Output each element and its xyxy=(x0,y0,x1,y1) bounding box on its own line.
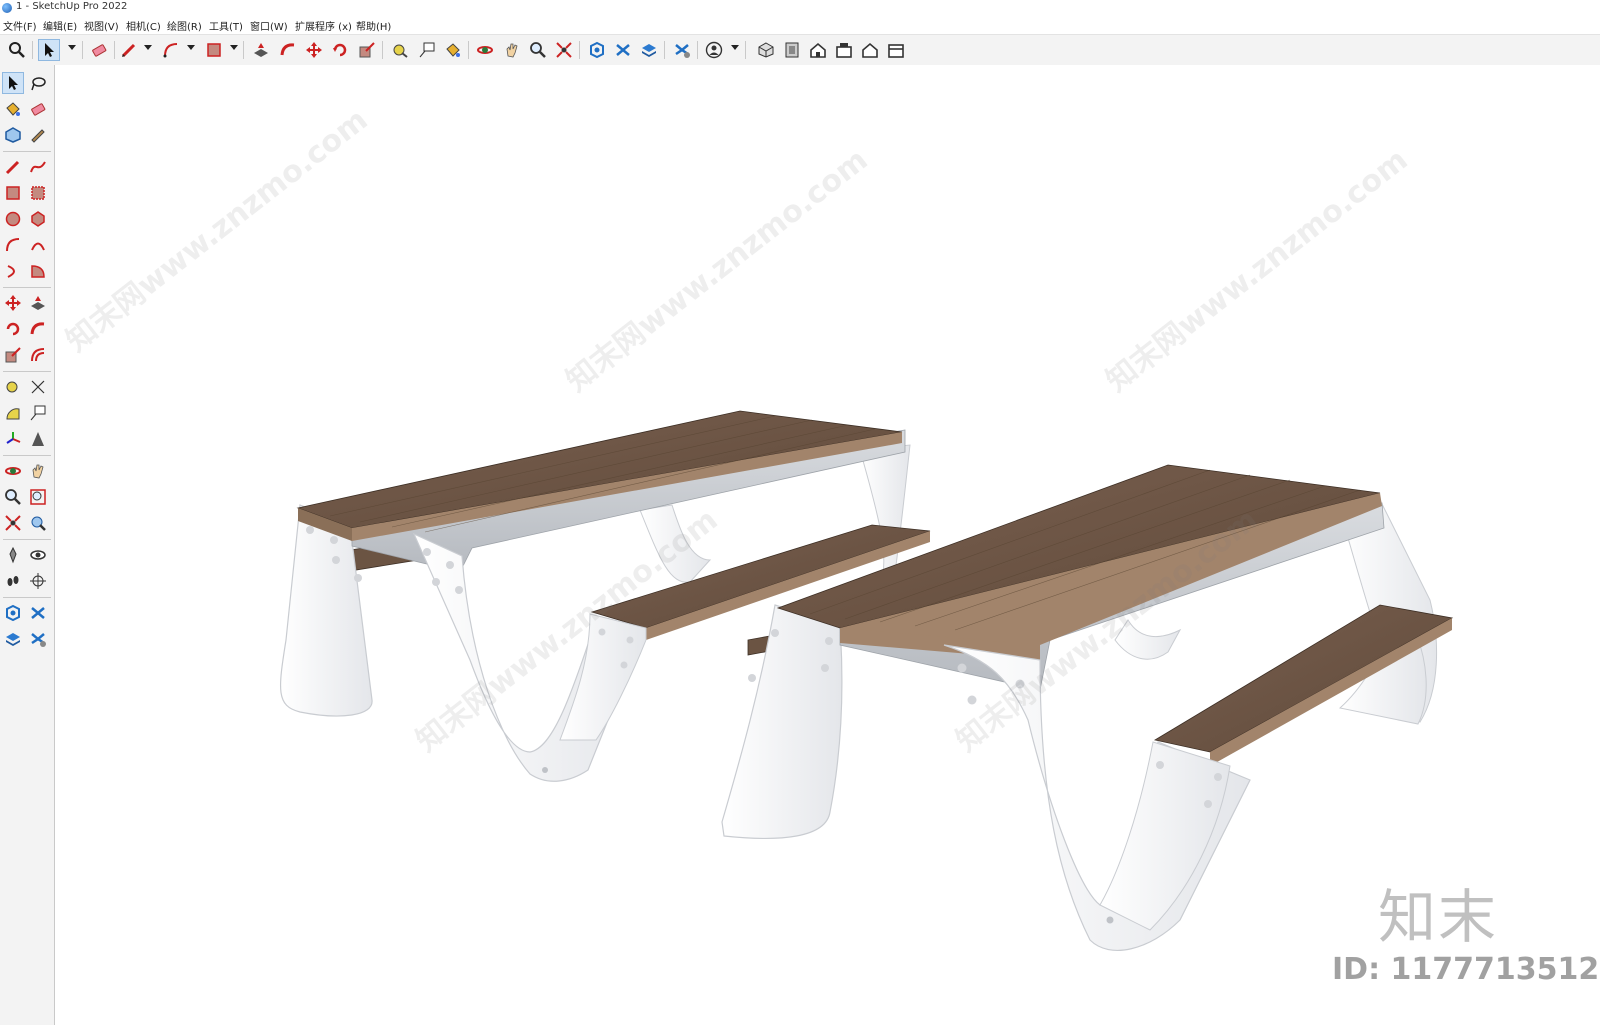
arc-icon[interactable] xyxy=(160,39,182,61)
tape-measure-icon[interactable] xyxy=(2,376,24,398)
menu-window[interactable]: 窗口(W) xyxy=(250,18,288,33)
pan-icon[interactable] xyxy=(27,460,49,482)
zoom-icon[interactable] xyxy=(2,486,24,508)
extension-manager-icon[interactable] xyxy=(27,628,49,650)
menu-draw[interactable]: 绘图(R) xyxy=(167,18,202,33)
make-component-icon[interactable] xyxy=(2,124,24,146)
rectangle-dropdown-icon[interactable] xyxy=(230,45,238,50)
sketchup-app-icon xyxy=(2,3,12,13)
title-bar: 1 - SketchUp Pro 2022 xyxy=(0,0,1600,16)
zoom-icon[interactable] xyxy=(527,39,549,61)
window-title: 1 - SketchUp Pro 2022 xyxy=(16,1,128,12)
select-dropdown-icon[interactable] xyxy=(68,45,76,50)
top-view-icon[interactable] xyxy=(781,39,803,61)
scale-icon[interactable] xyxy=(356,39,378,61)
layers-icon[interactable] xyxy=(2,628,24,650)
rotate-icon[interactable] xyxy=(329,39,351,61)
pan-icon[interactable] xyxy=(501,39,523,61)
offset-icon[interactable] xyxy=(27,344,49,366)
line-icon[interactable] xyxy=(2,156,24,178)
polygon-icon[interactable] xyxy=(27,208,49,230)
circle-icon[interactable] xyxy=(2,208,24,230)
follow-me-icon[interactable] xyxy=(27,318,49,340)
paint-bucket-icon[interactable] xyxy=(442,39,464,61)
text-label-icon[interactable] xyxy=(27,402,49,424)
axes-icon[interactable] xyxy=(2,428,24,450)
orbit-icon[interactable] xyxy=(474,39,496,61)
push-pull-icon[interactable] xyxy=(250,39,272,61)
search-icon[interactable] xyxy=(6,39,28,61)
left-view-icon[interactable] xyxy=(885,39,907,61)
tag-icon[interactable] xyxy=(27,124,49,146)
move-icon[interactable] xyxy=(2,292,24,314)
pencil-dropdown-icon[interactable] xyxy=(144,45,152,50)
arc-dropdown-icon[interactable] xyxy=(187,45,195,50)
layers-icon[interactable] xyxy=(638,39,660,61)
right-view-icon[interactable] xyxy=(833,39,855,61)
main-toolbar xyxy=(0,34,1600,66)
account-icon[interactable] xyxy=(703,39,725,61)
select-tool-icon[interactable] xyxy=(2,72,24,94)
pie-icon[interactable] xyxy=(27,260,49,282)
lasso-icon[interactable] xyxy=(27,72,49,94)
menu-help[interactable]: 帮助(H) xyxy=(356,18,391,33)
rotated-rectangle-icon[interactable] xyxy=(27,182,49,204)
rectangle-icon[interactable] xyxy=(2,182,24,204)
eraser-icon[interactable] xyxy=(27,98,49,120)
follow-me-icon[interactable] xyxy=(277,39,299,61)
front-view-icon[interactable] xyxy=(807,39,829,61)
orbit-icon[interactable] xyxy=(2,460,24,482)
menu-extensions[interactable]: 扩展程序 (x) xyxy=(295,18,352,33)
protractor-icon[interactable] xyxy=(2,402,24,424)
iso-view-icon[interactable] xyxy=(755,39,777,61)
paint-bucket-icon[interactable] xyxy=(2,98,24,120)
pencil-icon[interactable] xyxy=(118,39,140,61)
menu-bar: 文件(F) 编辑(E) 视图(V) 相机(C) 绘图(R) 工具(T) 窗口(W… xyxy=(0,16,1600,34)
zoom-window-icon[interactable] xyxy=(27,486,49,508)
back-view-icon[interactable] xyxy=(859,39,881,61)
move-icon[interactable] xyxy=(303,39,325,61)
two-point-arc-icon[interactable] xyxy=(27,234,49,256)
warehouse-icon[interactable] xyxy=(2,602,24,624)
model-viewport[interactable]: 知末网www.znzmo.com 知末网www.znzmo.com 知末网www… xyxy=(55,65,1600,1025)
menu-edit[interactable]: 编辑(E) xyxy=(43,18,77,33)
large-tool-set xyxy=(0,65,55,1025)
arc-icon[interactable] xyxy=(2,234,24,256)
warehouse-icon[interactable] xyxy=(586,39,608,61)
menu-camera[interactable]: 相机(C) xyxy=(126,18,161,33)
select-tool-icon[interactable] xyxy=(38,39,60,61)
look-around-icon[interactable] xyxy=(27,544,49,566)
extension-warehouse-icon[interactable] xyxy=(612,39,634,61)
scale-icon[interactable] xyxy=(2,344,24,366)
menu-file[interactable]: 文件(F) xyxy=(3,18,37,33)
rectangle-icon[interactable] xyxy=(203,39,225,61)
dimension-icon[interactable] xyxy=(27,376,49,398)
extension-manager-icon[interactable] xyxy=(671,39,693,61)
text-label-icon[interactable] xyxy=(416,39,438,61)
brand-logo: 知末 xyxy=(1378,883,1499,951)
push-pull-icon[interactable] xyxy=(27,292,49,314)
extension-warehouse-icon[interactable] xyxy=(27,602,49,624)
account-dropdown-icon[interactable] xyxy=(731,45,739,50)
position-camera-icon[interactable] xyxy=(2,544,24,566)
previous-view-icon[interactable] xyxy=(27,512,49,534)
rotate-icon[interactable] xyxy=(2,318,24,340)
menu-view[interactable]: 视图(V) xyxy=(84,18,119,33)
walk-icon[interactable] xyxy=(2,570,24,592)
menu-tools[interactable]: 工具(T) xyxy=(209,18,243,33)
section-plane-icon[interactable] xyxy=(27,570,49,592)
eraser-icon[interactable] xyxy=(88,39,110,61)
image-id-label: ID: 1177713512 xyxy=(1332,952,1600,987)
3d-text-icon[interactable] xyxy=(27,428,49,450)
zoom-extents-icon[interactable] xyxy=(553,39,575,61)
zoom-extents-icon[interactable] xyxy=(2,512,24,534)
three-point-arc-icon[interactable] xyxy=(2,260,24,282)
picnic-tables-model xyxy=(279,410,1454,951)
freehand-icon[interactable] xyxy=(27,156,49,178)
tape-measure-icon[interactable] xyxy=(389,39,411,61)
